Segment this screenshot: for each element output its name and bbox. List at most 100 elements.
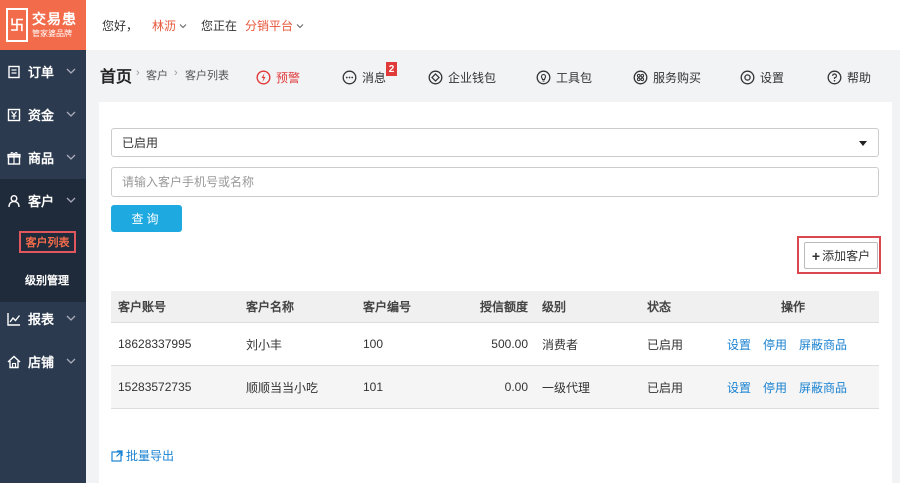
order-icon [6, 64, 22, 80]
customer-level: 消费者 [542, 337, 579, 352]
logo-mark: 卐 [6, 8, 28, 42]
sidebar-item-label: 店铺 [28, 355, 55, 370]
plus-icon: + [811, 247, 821, 264]
services-button[interactable]: 服务购买 [633, 69, 701, 86]
services-label: 服务购买 [653, 71, 702, 85]
messages-button[interactable]: 消息 [342, 69, 386, 86]
home-icon [6, 354, 22, 370]
sidebar-subitem-customer-list[interactable]: 客户列表 [0, 222, 86, 253]
column-header: 客户编号 [363, 300, 412, 314]
platform-switcher[interactable]: 分销平台 [245, 17, 304, 34]
column-header: 客户名称 [246, 300, 295, 314]
add-customer-button[interactable]: + 添加客户 [804, 242, 878, 269]
block-products-link[interactable]: 屏蔽商品 [799, 336, 847, 353]
location-prefix: 您正在 [201, 18, 238, 33]
settings-label: 设置 [760, 71, 785, 85]
column-header: 授信额度 [479, 300, 528, 314]
greeting-text: 您好， [102, 18, 139, 33]
chevron-down-icon [66, 154, 76, 160]
sidebar-subitem-label: 级别管理 [25, 275, 69, 287]
wallet-label: 企业钱包 [448, 71, 497, 85]
sidebar-item-label: 报表 [28, 312, 55, 327]
sidebar-item-funds[interactable]: 资金 [0, 93, 86, 136]
sidebar-item-orders[interactable]: 订单 [0, 50, 86, 93]
warning-button[interactable]: 预警 [256, 69, 300, 86]
export-icon [111, 449, 123, 462]
toolkit-label: 工具包 [556, 71, 593, 85]
customer-search-input[interactable] [111, 167, 879, 197]
message-icon [342, 70, 357, 85]
yen-icon [6, 107, 22, 123]
logo-text: 交易患 管家婆品牌 [32, 12, 77, 39]
settings-button[interactable]: 设置 [740, 69, 784, 86]
breadcrumb-section[interactable]: 客户 [146, 67, 168, 83]
sidebar-subitem-level-management[interactable]: 级别管理 [0, 264, 86, 294]
customer-table: 客户账号 客户名称 客户编号 授信额度 级别 状态 操作 18628337995… [111, 291, 879, 409]
chevron-down-icon [66, 197, 76, 203]
chevron-down-icon [179, 24, 187, 29]
logo-name: 交易患 [32, 11, 77, 28]
block-products-link[interactable]: 屏蔽商品 [799, 379, 847, 396]
breadcrumb-home[interactable]: 首页 [100, 63, 132, 87]
customer-level: 一级代理 [542, 380, 591, 395]
sidebar-item-label: 订单 [28, 65, 55, 80]
warning-label: 预警 [276, 71, 301, 85]
column-header: 状态 [647, 300, 672, 314]
customer-code: 100 [363, 337, 384, 351]
column-header: 级别 [542, 300, 567, 314]
settings-link[interactable]: 设置 [727, 379, 751, 396]
gear-icon [740, 70, 755, 85]
batch-export-label: 批量导出 [126, 449, 175, 463]
credit-limit: 500.00 [491, 337, 528, 351]
platform-name: 分销平台 [245, 18, 294, 33]
customer-status: 已启用 [647, 337, 684, 352]
toolkit-button[interactable]: 工具包 [536, 69, 592, 86]
user-icon [6, 193, 22, 209]
batch-export-link[interactable]: 批量导出 [111, 447, 174, 464]
settings-link[interactable]: 设置 [727, 336, 751, 353]
wallet-button[interactable]: 企业钱包 [428, 69, 496, 86]
sidebar: 卐 交易患 管家婆品牌 订单 资金 商品 客户 客户列表 级别管理 报表 店铺 [0, 0, 86, 483]
customer-name: 刘小丰 [246, 337, 283, 352]
toolbar: 首页 › 客户 › 客户列表 预警 消息 2 企业钱包 工具包 服务购买 设置 … [86, 50, 900, 102]
status-select[interactable]: 已启用 [111, 128, 879, 157]
chevron-down-icon [296, 24, 304, 29]
customer-account: 15283572735 [118, 380, 192, 394]
lightbulb-icon [536, 70, 551, 85]
logo[interactable]: 卐 交易患 管家婆品牌 [0, 0, 86, 50]
gift-icon [6, 150, 22, 166]
customer-account: 18628337995 [118, 337, 192, 351]
add-customer-label: 添加客户 [822, 249, 871, 263]
table-row: 18628337995 刘小丰 100 500.00 消费者 已启用 设置 停用… [111, 323, 879, 366]
dropdown-arrow-icon [859, 141, 867, 146]
disable-link[interactable]: 停用 [763, 336, 787, 353]
wallet-icon [428, 70, 443, 85]
main-content: 已启用 查询 + 添加客户 客户账号 客户名称 客户编号 授信额度 级别 状态 … [99, 102, 892, 483]
top-header: 您好， 林沥 您正在 分销平台 [86, 0, 900, 50]
sidebar-item-label: 客户 [28, 194, 55, 209]
sidebar-item-label: 商品 [28, 151, 55, 166]
sidebar-item-customers[interactable]: 客户 [0, 179, 86, 222]
logo-tagline: 管家婆品牌 [32, 28, 72, 38]
breadcrumb-separator: › [136, 67, 140, 79]
sidebar-item-reports[interactable]: 报表 [0, 297, 86, 340]
customer-code: 101 [363, 380, 384, 394]
row-actions: 设置 停用 屏蔽商品 [727, 323, 847, 365]
sidebar-item-store[interactable]: 店铺 [0, 340, 86, 383]
query-button[interactable]: 查询 [111, 205, 182, 232]
row-actions: 设置 停用 屏蔽商品 [727, 366, 847, 408]
chevron-down-icon [66, 358, 76, 364]
messages-badge: 2 [386, 62, 397, 76]
disable-link[interactable]: 停用 [763, 379, 787, 396]
help-icon [827, 70, 842, 85]
table-row: 15283572735 顺顺当当小吃 101 0.00 一级代理 已启用 设置 … [111, 366, 879, 409]
sidebar-item-products[interactable]: 商品 [0, 136, 86, 179]
chevron-down-icon [66, 111, 76, 117]
breadcrumb-separator: › [174, 67, 178, 79]
sidebar-item-label: 资金 [28, 108, 55, 123]
user-menu[interactable]: 林沥 [152, 17, 187, 34]
status-select-value: 已启用 [122, 136, 159, 150]
chevron-down-icon [66, 68, 76, 74]
warning-icon [256, 70, 271, 85]
help-button[interactable]: 帮助 [827, 69, 871, 86]
